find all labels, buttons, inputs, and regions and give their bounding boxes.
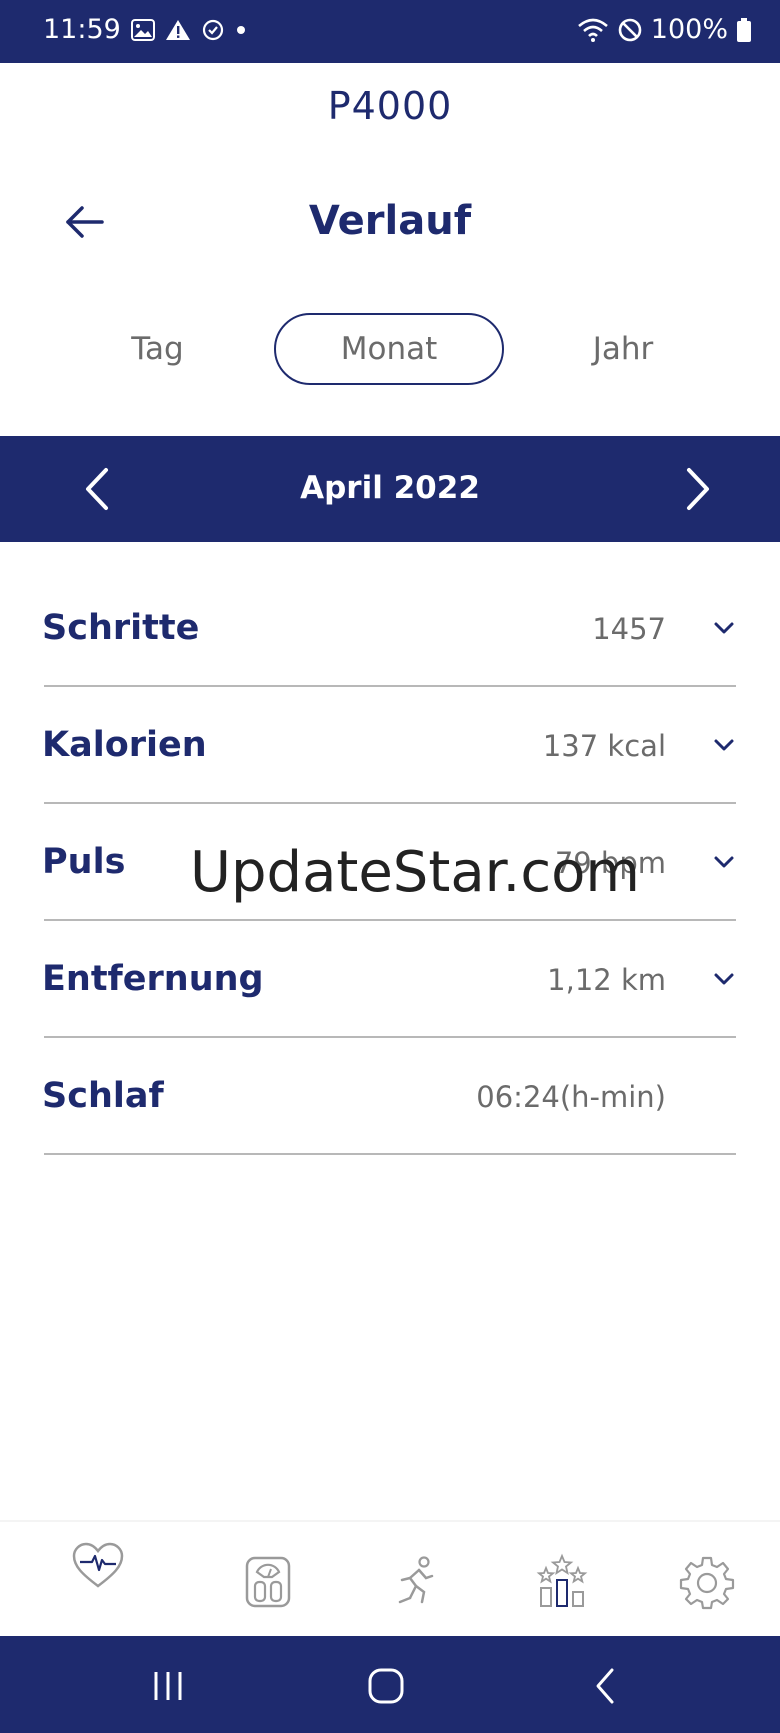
period-navigation-bar: April 2022	[0, 436, 780, 542]
chevron-down-icon[interactable]	[713, 971, 735, 985]
header: Verlauf	[0, 190, 780, 260]
metric-row-steps[interactable]: Schritte 1457	[0, 570, 780, 687]
metric-value: 1,12 km	[547, 963, 666, 997]
battery-percent: 100%	[650, 14, 728, 45]
status-bar: 11:59 100%	[0, 0, 780, 63]
metric-value: 137 kcal	[542, 729, 666, 763]
period-label: April 2022	[300, 470, 480, 506]
divider	[44, 1153, 736, 1155]
chevron-down-icon[interactable]	[713, 854, 735, 868]
watermark: UpdateStar.com	[190, 840, 640, 905]
image-icon	[130, 18, 155, 41]
period-tabs: Tag Monat Jahr	[0, 313, 780, 387]
metric-label: Entfernung	[42, 959, 264, 999]
metric-label: Puls	[42, 842, 126, 882]
chevron-down-icon[interactable]	[713, 620, 735, 634]
metric-row-sleep: Schlaf 06:24(h-min)	[0, 1038, 780, 1155]
dot-icon	[235, 24, 247, 36]
tab-year[interactable]: Jahr	[553, 313, 693, 385]
running-icon[interactable]	[386, 1552, 446, 1612]
tab-month[interactable]: Monat	[274, 313, 504, 385]
scale-icon[interactable]	[238, 1552, 298, 1612]
metric-label: Schritte	[42, 608, 200, 648]
trophy-stars-icon[interactable]	[532, 1552, 592, 1612]
recent-apps-icon[interactable]	[146, 1664, 190, 1708]
settings-gear-icon[interactable]	[677, 1552, 737, 1612]
next-period-chevron-icon[interactable]	[677, 466, 717, 512]
page-title: Verlauf	[308, 198, 472, 244]
status-right: 100%	[577, 14, 752, 45]
home-icon[interactable]	[364, 1664, 408, 1708]
metric-label: Schlaf	[42, 1076, 164, 1116]
system-navigation-bar	[0, 1636, 780, 1733]
status-left: 11:59	[43, 14, 247, 45]
metric-value: 06:24(h-min)	[476, 1080, 666, 1114]
system-back-icon[interactable]	[584, 1664, 628, 1708]
status-time: 11:59	[43, 14, 121, 45]
tab-day[interactable]: Tag	[90, 313, 225, 385]
metric-value: 1457	[592, 612, 666, 646]
metric-row-calories[interactable]: Kalorien 137 kcal	[0, 687, 780, 804]
dnd-icon	[617, 17, 643, 43]
metric-label: Kalorien	[42, 725, 207, 765]
heart-icon[interactable]	[68, 1540, 128, 1600]
sync-icon	[201, 18, 225, 42]
battery-icon	[736, 17, 752, 43]
metric-row-distance[interactable]: Entfernung 1,12 km	[0, 921, 780, 1038]
wifi-icon	[577, 17, 609, 43]
chevron-down-icon[interactable]	[713, 737, 735, 751]
warning-icon	[165, 19, 191, 41]
bottom-navigation	[0, 1520, 780, 1638]
device-name: P4000	[327, 84, 453, 128]
